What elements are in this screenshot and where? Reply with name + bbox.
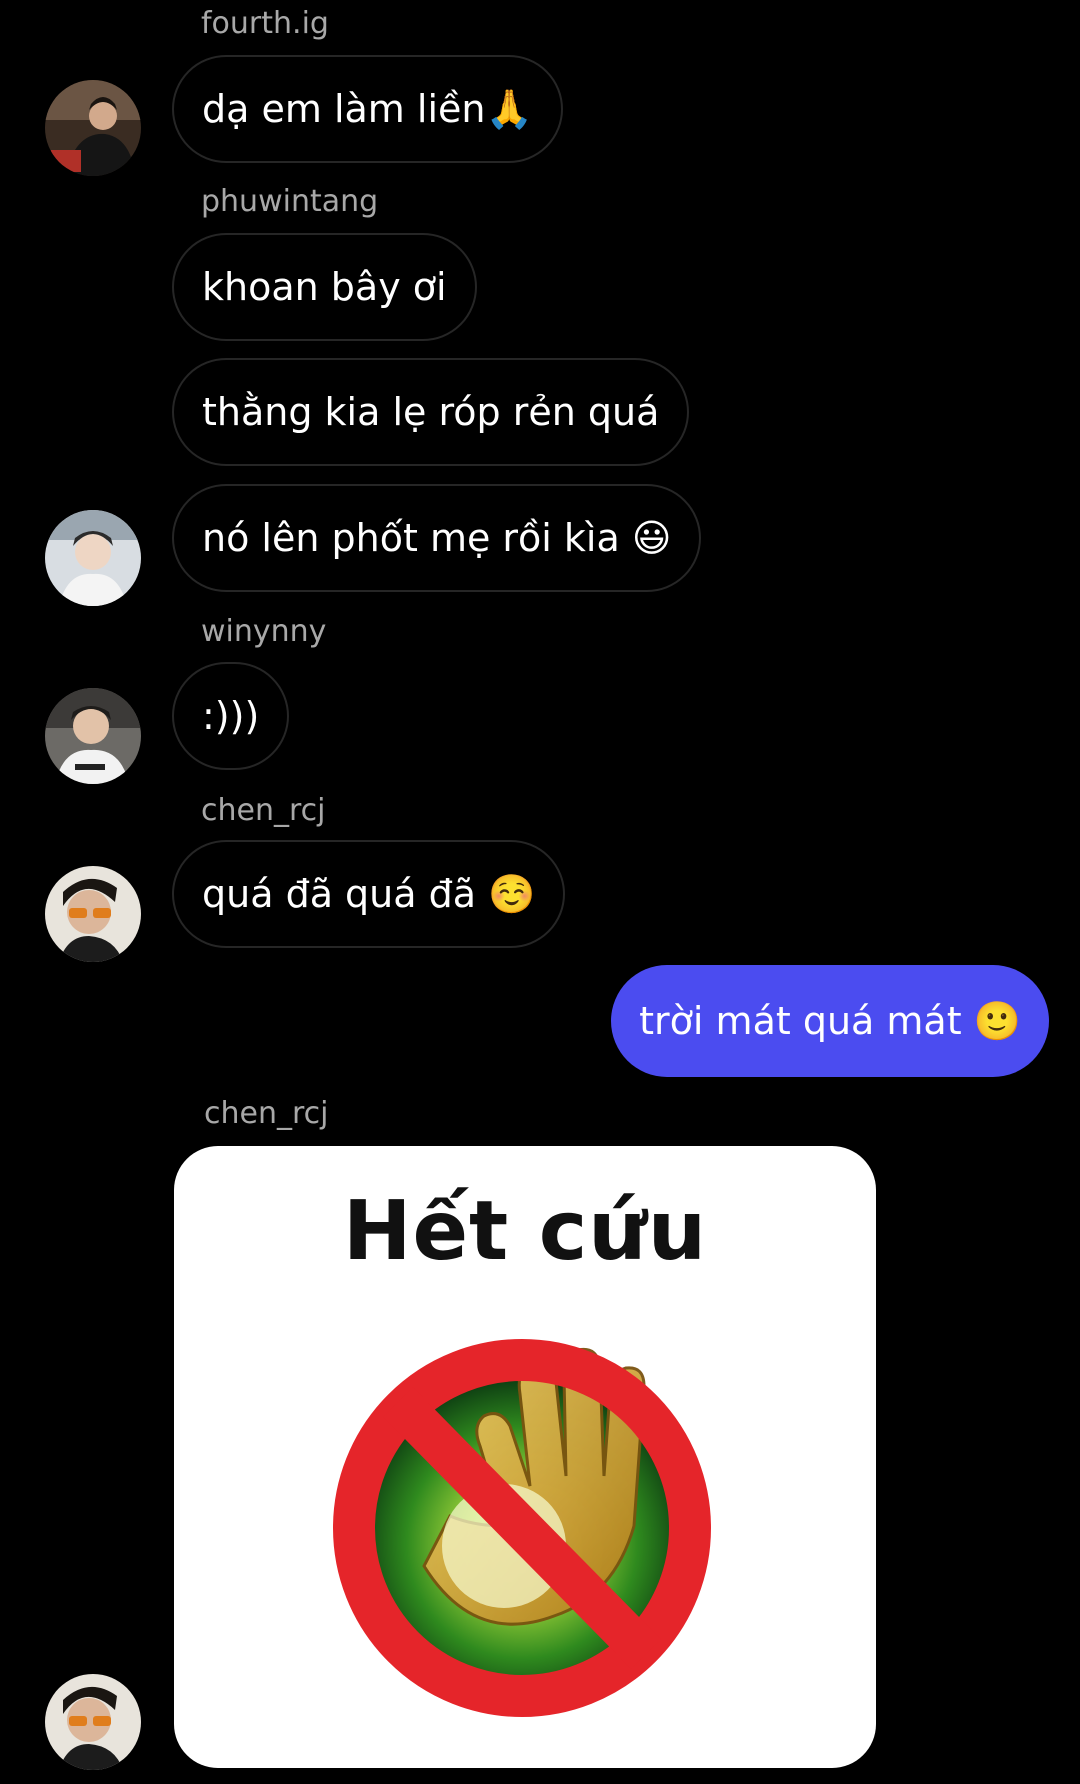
message-bubble[interactable]: thằng kia lẹ róp rẻn quá (172, 358, 690, 466)
sender-avatar[interactable] (45, 80, 141, 176)
message-bubble[interactable]: :))) (172, 662, 290, 770)
sender-name: chen_rcj (201, 793, 326, 828)
sender-name: fourth.ig (201, 6, 329, 41)
image-caption: Hết cứu (342, 1184, 708, 1279)
sender-avatar[interactable] (45, 688, 141, 784)
sender-avatar[interactable] (45, 866, 141, 962)
sender-avatar[interactable] (45, 510, 141, 606)
message-bubble[interactable]: dạ em làm liền🙏 (172, 55, 563, 163)
message-bubble[interactable]: quá đã quá đã ☺️ (172, 840, 566, 948)
own-message-bubble[interactable]: trời mát quá mát 🙂 (611, 965, 1049, 1077)
message-bubble[interactable]: nó lên phốt mẹ rồi kìa 😃 (172, 484, 702, 592)
sender-name: chen_rcj (204, 1096, 329, 1131)
message-bubble[interactable]: khoan bây ơi (172, 233, 477, 341)
sender-name: phuwintang (201, 184, 379, 219)
sender-avatar[interactable] (45, 1674, 141, 1770)
image-message[interactable]: Hết cứu (174, 1146, 876, 1768)
sender-name: winynny (201, 614, 327, 649)
